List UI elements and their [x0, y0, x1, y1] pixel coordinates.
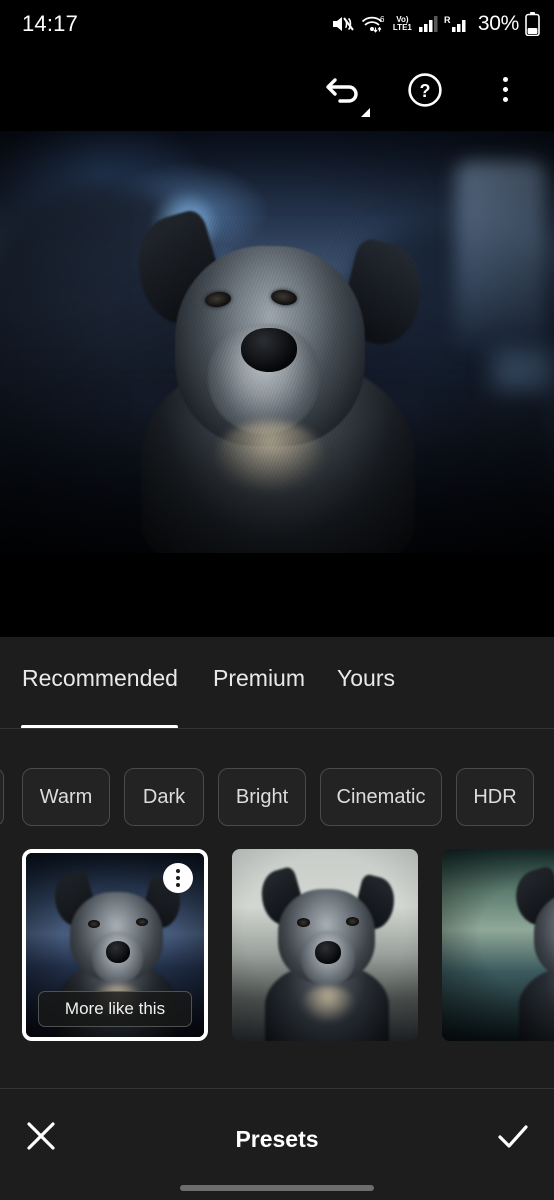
battery-icon: [525, 12, 540, 36]
confirm-button[interactable]: [496, 1120, 530, 1154]
photo-content: [0, 131, 554, 553]
status-time: 14:17: [22, 11, 79, 36]
roaming-icon: R: [444, 15, 466, 32]
chip-cinematic[interactable]: Cinematic: [320, 768, 442, 826]
volte-icon: Vo) LTE1: [393, 16, 412, 32]
more-like-this-button[interactable]: More like this: [38, 991, 192, 1027]
chip-warm[interactable]: Warm: [22, 768, 110, 826]
check-icon: [498, 1125, 528, 1148]
preset-card-3[interactable]: [442, 849, 554, 1041]
volte-bottom: LTE1: [392, 23, 412, 32]
undo-icon: [326, 77, 358, 103]
svg-text:R: R: [444, 15, 451, 25]
help-button[interactable]: ?: [402, 67, 448, 113]
preset-preview-3: [442, 849, 554, 1041]
svg-text:?: ?: [420, 81, 431, 101]
cancel-button[interactable]: [24, 1119, 58, 1153]
bottom-action-bar: Presets: [0, 1088, 554, 1200]
preset-preview-2: [232, 849, 418, 1041]
preset-options-button[interactable]: [163, 863, 193, 893]
undo-button[interactable]: [322, 67, 370, 117]
battery-percent: 30%: [477, 12, 519, 35]
photo-stage: [0, 131, 554, 637]
photo-vignette: [0, 131, 554, 553]
editor-toolbar: ?: [0, 48, 554, 131]
tab-yours[interactable]: Yours: [337, 665, 395, 692]
tab-premium[interactable]: Premium: [213, 665, 305, 692]
preset-thumbnail-row[interactable]: More like this: [0, 849, 554, 1041]
chip-dark[interactable]: Dark: [124, 768, 204, 826]
edited-photo[interactable]: [0, 131, 554, 553]
signal-icon: [418, 16, 438, 32]
filter-chip-row[interactable]: Warm Dark Bright Cinematic HDR: [0, 768, 554, 828]
help-circle-icon: ?: [408, 72, 442, 107]
chip-scrolled-offscreen[interactable]: [0, 768, 4, 826]
more-options-button[interactable]: [482, 67, 528, 113]
home-indicator[interactable]: [180, 1185, 374, 1191]
preset-card-2[interactable]: [232, 849, 418, 1041]
tabs-divider: [0, 728, 554, 729]
wifi-6-icon: 6: [361, 15, 385, 33]
preset-tabs: Recommended Premium Yours: [0, 637, 554, 732]
app-root: 14:17 6 Vo) LTE1 R 30% ? Recommended Pre…: [0, 0, 554, 1200]
mute-icon: [332, 17, 354, 31]
tab-recommended[interactable]: Recommended: [22, 665, 178, 692]
preset-card-1[interactable]: More like this: [22, 849, 208, 1041]
svg-text:6: 6: [380, 15, 385, 24]
chip-hdr[interactable]: HDR: [456, 768, 534, 826]
close-icon: [27, 1122, 55, 1150]
panel-title: Presets: [235, 1126, 319, 1152]
chip-bright[interactable]: Bright: [218, 768, 306, 826]
undo-long-press-indicator: [361, 107, 370, 117]
more-options-icon: [502, 77, 508, 102]
preset-2-vignette: [232, 849, 418, 1041]
status-bar: 14:17 6 Vo) LTE1 R 30%: [0, 0, 554, 48]
preset-3-vignette: [442, 849, 554, 1041]
status-icons: 6 Vo) LTE1 R 30%: [331, 12, 540, 36]
